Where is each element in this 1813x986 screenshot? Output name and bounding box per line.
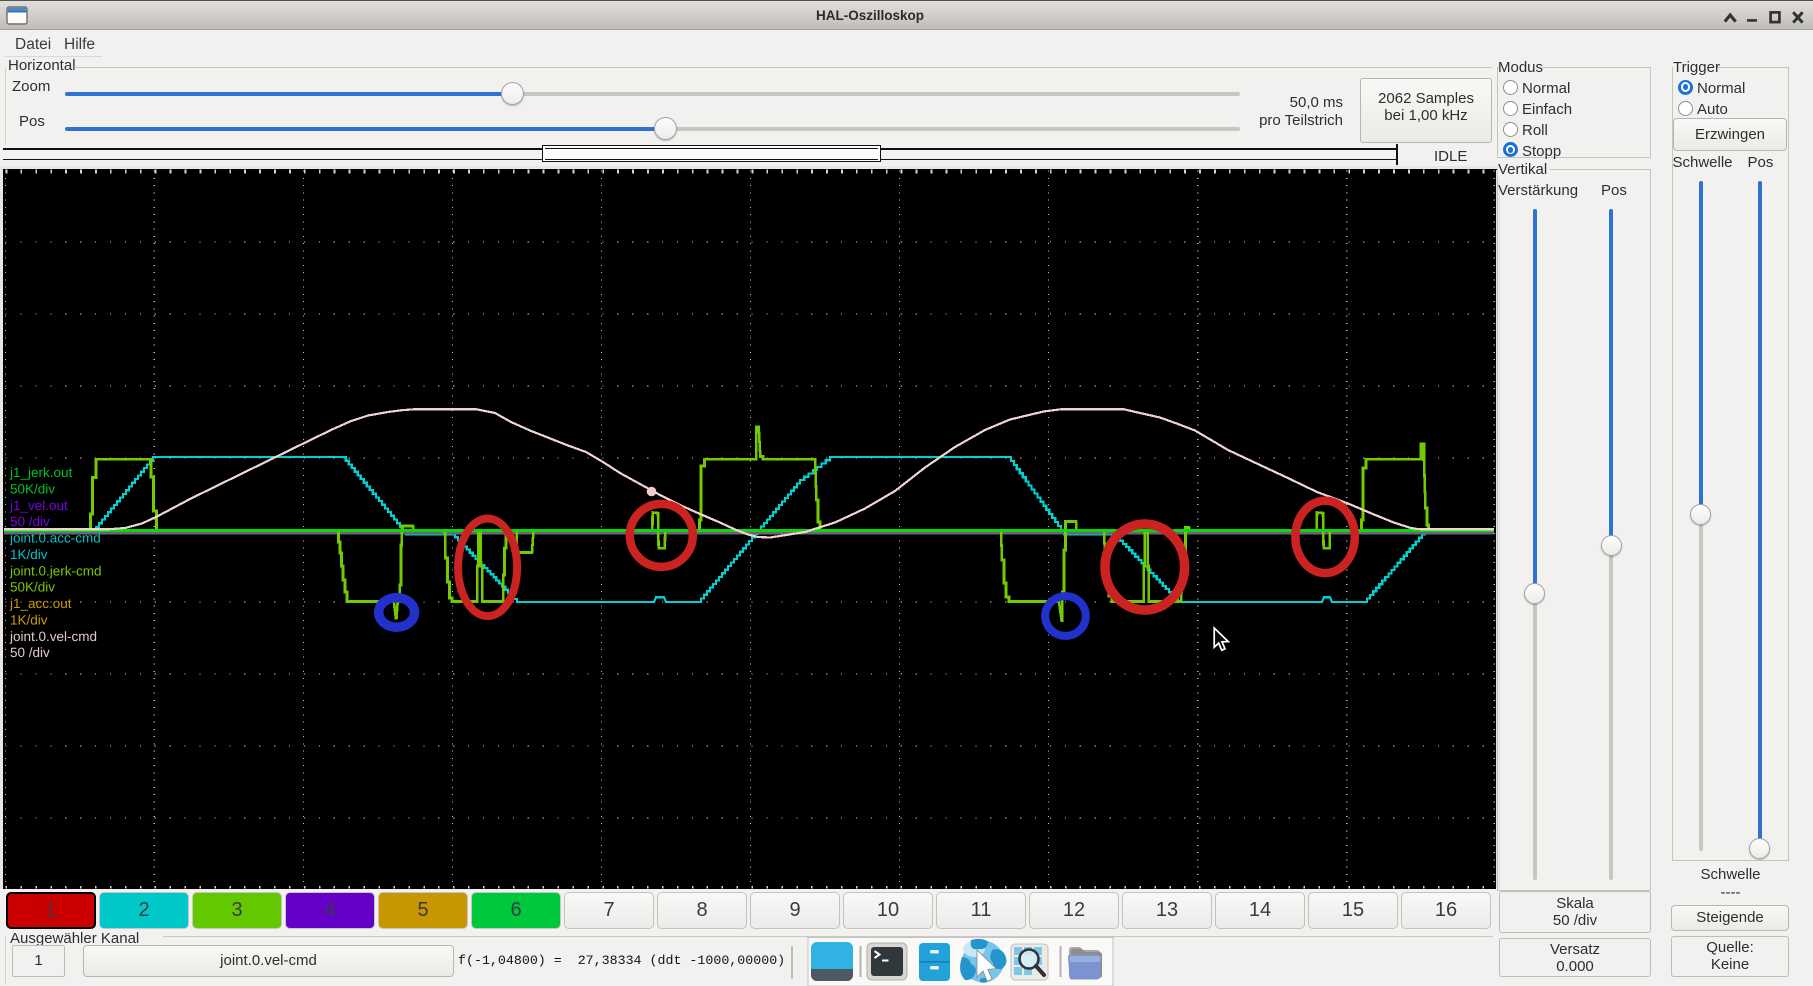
svg-text:50 /div: 50 /div <box>10 514 50 529</box>
svg-text:joint.0.vel-cmd: joint.0.vel-cmd <box>9 629 97 644</box>
svg-text:1K/div: 1K/div <box>10 612 48 627</box>
svg-text:1K/div: 1K/div <box>10 547 48 562</box>
svg-text:joint.0.acc-cmd: joint.0.acc-cmd <box>9 531 101 546</box>
svg-text:j1_acc.out: j1_acc.out <box>9 596 72 611</box>
svg-text:50K/div: 50K/div <box>10 481 55 496</box>
svg-text:j1_vel.out: j1_vel.out <box>9 498 68 513</box>
svg-text:50K/div: 50K/div <box>10 580 55 595</box>
svg-text:j1_jerk.out: j1_jerk.out <box>9 465 73 480</box>
svg-text:50 /div: 50 /div <box>10 645 50 660</box>
svg-text:joint.0.jerk-cmd: joint.0.jerk-cmd <box>9 563 102 578</box>
